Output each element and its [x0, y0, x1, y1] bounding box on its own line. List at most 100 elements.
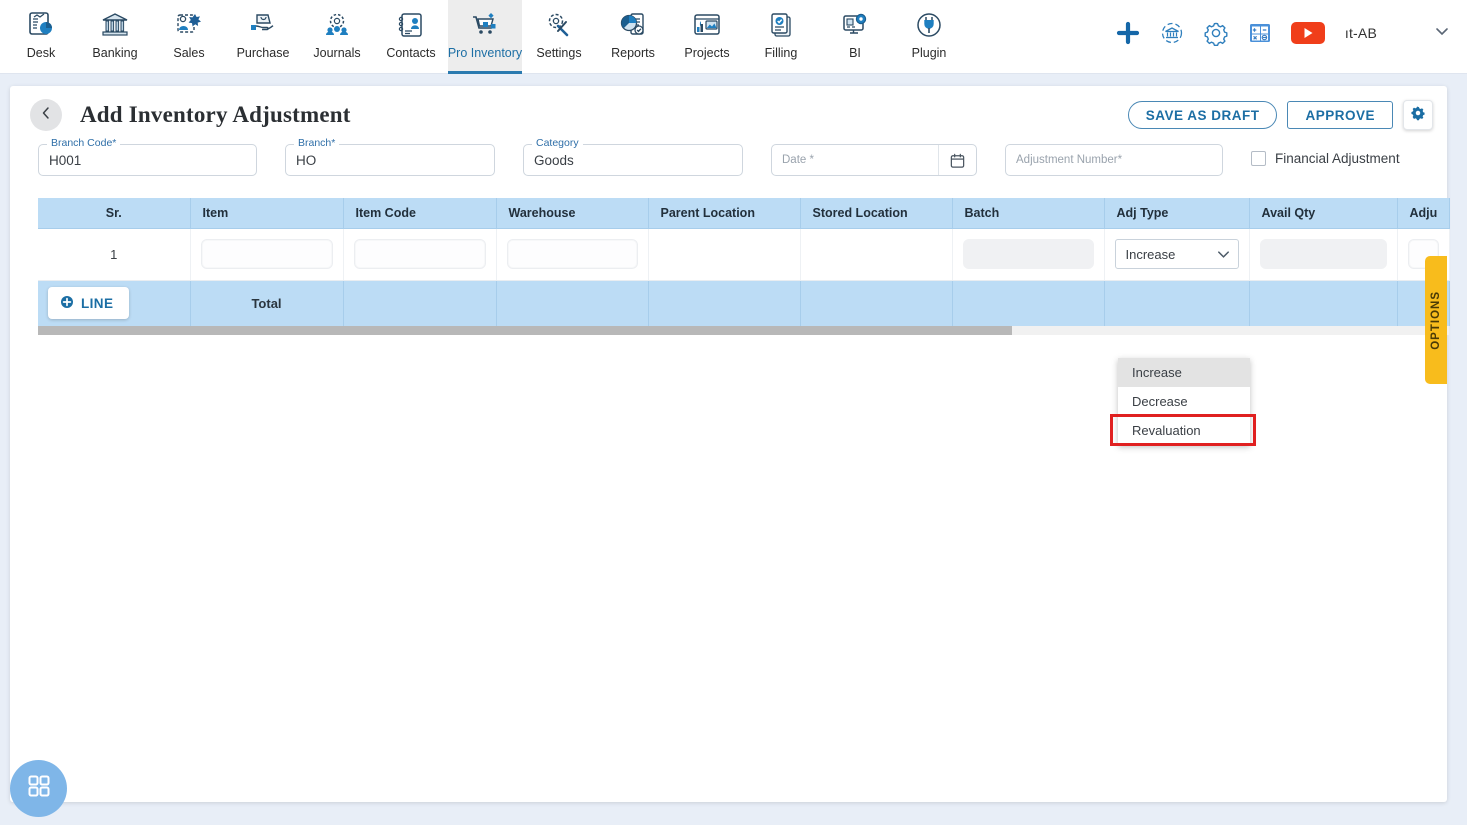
column-header-adjustment[interactable]: Adju — [1397, 198, 1450, 229]
plugin-icon — [914, 8, 944, 42]
dashboard-icon — [26, 8, 56, 42]
nav-item-reports[interactable]: Reports — [596, 0, 670, 74]
nav-label: Plugin — [911, 46, 947, 60]
nav-label: Reports — [611, 46, 655, 60]
reports-piechart-icon — [618, 8, 648, 42]
branch-value: HO — [296, 152, 317, 168]
adj-type-dropdown-menu: Increase Decrease Revaluation — [1118, 358, 1250, 445]
category-value: Goods — [534, 152, 574, 168]
grid-apps-icon — [26, 773, 52, 804]
adjustment-number-input[interactable]: Adjustment Number* — [1005, 144, 1223, 176]
column-header-item-code[interactable]: Item Code — [343, 198, 497, 229]
plus-circle-icon — [60, 295, 74, 312]
column-header-adj-type[interactable]: Adj Type — [1104, 198, 1250, 229]
column-header-parent-location[interactable]: Parent Location — [648, 198, 801, 229]
cell-stored-location[interactable] — [800, 228, 953, 281]
nav-item-banking[interactable]: Banking — [78, 0, 152, 74]
page-settings-button[interactable] — [1403, 100, 1433, 130]
nav-item-filling[interactable]: Filling — [744, 0, 818, 74]
item-code-input[interactable] — [353, 239, 486, 269]
column-header-batch[interactable]: Batch — [952, 198, 1105, 229]
nav-label: Filling — [764, 46, 798, 60]
column-header-stored-location[interactable]: Stored Location — [800, 198, 953, 229]
nav-item-contacts[interactable]: Contacts — [374, 0, 448, 74]
financial-adjustment-checkbox[interactable]: Financial Adjustment — [1251, 151, 1400, 166]
dropdown-option-increase[interactable]: Increase — [1118, 358, 1250, 387]
user-account-name[interactable]: ıt-AB — [1345, 25, 1377, 41]
approve-button[interactable]: APPROVE — [1287, 101, 1393, 129]
category-field[interactable]: Category Goods — [523, 137, 743, 176]
options-side-tab[interactable]: OPTIONS — [1425, 256, 1447, 384]
chevron-down-icon — [1215, 246, 1232, 263]
adj-type-select[interactable]: Increase — [1114, 239, 1239, 269]
total-cell-7 — [952, 280, 1105, 326]
nav-item-settings[interactable]: Settings — [522, 0, 596, 74]
total-cell-4 — [496, 280, 649, 326]
contacts-icon — [396, 8, 426, 42]
plus-icon[interactable] — [1115, 20, 1141, 46]
nav-label: Sales — [173, 46, 205, 60]
financial-adjustment-label: Financial Adjustment — [1275, 151, 1400, 166]
column-header-avail-qty[interactable]: Avail Qty — [1249, 198, 1398, 229]
bank-icon — [100, 8, 130, 42]
date-field[interactable]: Date * — [771, 144, 977, 176]
nav-item-sales[interactable]: Sales — [152, 0, 226, 74]
calculator-icon[interactable] — [1247, 20, 1273, 46]
nav-item-bi[interactable]: BI — [818, 0, 892, 74]
date-input[interactable]: Date * — [771, 144, 977, 176]
category-label: Category — [532, 137, 583, 149]
nav-right-actions: ıt-AB — [1115, 0, 1467, 66]
nav-item-pro-inventory[interactable]: Pro Inventory — [448, 0, 522, 74]
nav-item-purchase[interactable]: Purchase — [226, 0, 300, 74]
gear-icon[interactable] — [1203, 20, 1229, 46]
bank-refresh-icon[interactable] — [1159, 20, 1185, 46]
item-input[interactable] — [200, 239, 333, 269]
page-header: Add Inventory Adjustment SAVE AS DRAFT A… — [10, 86, 1447, 144]
inventory-cart-icon — [470, 8, 500, 42]
youtube-icon[interactable] — [1290, 21, 1325, 45]
cell-parent-location[interactable] — [648, 228, 801, 281]
scrollbar-thumb[interactable] — [38, 326, 1012, 335]
form-fields-row: Branch Code* H001 Branch* HO Category Go… — [10, 137, 1447, 190]
branch-field[interactable]: Branch* HO — [285, 137, 495, 176]
calendar-icon[interactable] — [938, 145, 976, 175]
total-cell-8 — [1104, 280, 1250, 326]
nav-item-desk[interactable]: Desk — [4, 0, 78, 74]
nav-item-projects[interactable]: Projects — [670, 0, 744, 74]
nav-item-journals[interactable]: Journals — [300, 0, 374, 74]
add-line-label: LINE — [81, 295, 114, 311]
table-horizontal-scrollbar[interactable] — [38, 326, 1449, 335]
add-line-button[interactable]: LINE — [48, 287, 130, 320]
gear-icon — [1410, 105, 1426, 126]
chevron-down-icon[interactable] — [1433, 22, 1451, 45]
apps-launcher-button[interactable] — [10, 760, 67, 817]
journals-icon — [322, 8, 352, 42]
total-cell-6 — [800, 280, 953, 326]
column-header-item[interactable]: Item — [190, 198, 344, 229]
settings-tools-icon — [544, 8, 574, 42]
branch-code-value: H001 — [49, 152, 82, 168]
dropdown-option-decrease[interactable]: Decrease — [1118, 387, 1250, 416]
batch-input[interactable] — [962, 239, 1094, 269]
column-header-sr[interactable]: Sr. — [38, 198, 191, 229]
nav-label: Banking — [92, 46, 138, 60]
sales-icon — [174, 8, 204, 42]
adjustment-number-field[interactable]: Adjustment Number* — [1005, 144, 1223, 176]
back-button[interactable] — [30, 99, 62, 131]
date-placeholder: Date * — [782, 154, 814, 166]
cell-batch — [952, 228, 1105, 281]
warehouse-input[interactable] — [506, 239, 638, 269]
cell-warehouse — [496, 228, 649, 281]
line-items-table: Sr. Item Item Code Warehouse Parent Loca… — [38, 198, 1450, 326]
chevron-left-icon — [39, 106, 53, 125]
column-header-warehouse[interactable]: Warehouse — [496, 198, 649, 229]
add-line-cell: LINE — [38, 280, 191, 326]
nav-label: Journals — [313, 46, 361, 60]
avail-qty-input[interactable] — [1259, 239, 1387, 269]
save-as-draft-button[interactable]: SAVE AS DRAFT — [1127, 101, 1278, 129]
branch-code-field[interactable]: Branch Code* H001 — [38, 137, 257, 176]
projects-icon — [692, 8, 722, 42]
purchase-icon — [248, 8, 278, 42]
nav-item-plugin[interactable]: Plugin — [892, 0, 966, 74]
dropdown-option-revaluation[interactable]: Revaluation — [1118, 416, 1250, 445]
